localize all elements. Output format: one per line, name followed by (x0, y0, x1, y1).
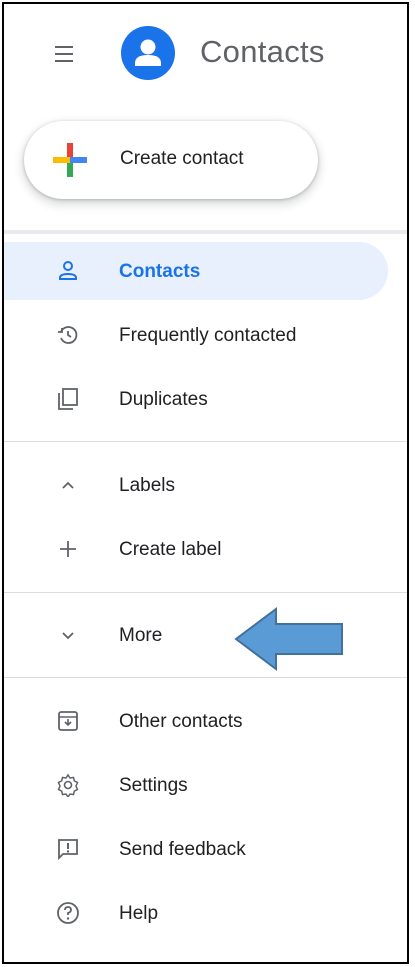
app-header: Contacts (4, 4, 407, 104)
sidebar-item-frequently-contacted[interactable]: Frequently contacted (4, 306, 388, 364)
sidebar-item-contacts[interactable]: Contacts (4, 242, 388, 300)
sidebar-item-label: Help (119, 903, 159, 924)
sidebar-item-label: Other contacts (119, 711, 243, 732)
sidebar-item-label: Contacts (119, 261, 201, 282)
feedback-icon (58, 839, 78, 861)
copy-icon (58, 388, 78, 410)
help-circle-icon (57, 902, 79, 924)
divider (4, 677, 407, 678)
archive-download-icon (58, 711, 78, 731)
top-divider (4, 230, 407, 234)
sidebar-panel: Contacts Create contact Contacts Frequen… (2, 2, 409, 964)
create-contact-button[interactable]: Create contact (24, 121, 318, 199)
person-outline-icon (59, 261, 77, 280)
labels-section-label: Labels (119, 475, 175, 496)
app-title: Contacts (200, 34, 325, 69)
history-icon (58, 326, 78, 344)
sidebar-item-duplicates[interactable]: Duplicates (4, 370, 388, 428)
sidebar-item-other-contacts[interactable]: Other contacts (4, 692, 388, 750)
create-contact-label: Create contact (120, 148, 244, 169)
plus-icon (60, 541, 76, 557)
chevron-down-icon (62, 632, 74, 640)
sidebar-item-label: Duplicates (119, 389, 208, 410)
sidebar-item-label: Send feedback (119, 839, 246, 860)
sidebar-item-settings[interactable]: Settings (4, 756, 388, 814)
labels-section-toggle[interactable]: Labels (4, 456, 388, 514)
sidebar-item-help[interactable]: Help (4, 884, 388, 942)
chevron-up-icon (62, 481, 74, 489)
divider (4, 441, 407, 442)
more-label: More (119, 625, 163, 646)
annotation-arrow-icon (234, 607, 343, 671)
sidebar-item-label: Settings (119, 775, 188, 796)
contacts-avatar-icon (121, 26, 175, 80)
create-label-button[interactable]: Create label (4, 520, 388, 578)
multicolor-plus-icon (53, 143, 87, 177)
create-label-label: Create label (119, 539, 222, 560)
gear-icon (57, 773, 79, 797)
sidebar-item-send-feedback[interactable]: Send feedback (4, 820, 388, 878)
sidebar-item-label: Frequently contacted (119, 325, 297, 346)
divider (4, 592, 407, 593)
hamburger-menu-icon[interactable] (52, 44, 76, 64)
